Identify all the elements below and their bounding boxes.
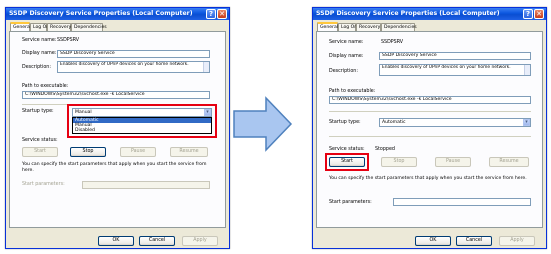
right-start-params-label: Start parameters: <box>329 200 372 205</box>
left-start-params-label: Start parameters: <box>22 182 65 187</box>
left-service-status-label: Service status: <box>22 138 58 143</box>
right-description-field[interactable]: Enables discovery of UPnP devices on you… <box>379 64 531 76</box>
right-service-name-value: SSDPSRV <box>381 40 404 45</box>
right-tab-dependencies[interactable]: Dependencies <box>381 23 417 31</box>
right-tab-log-on[interactable]: Log On <box>338 23 357 31</box>
right-properties-dialog: SSDP Discovery Service Properties (Local… <box>312 7 547 249</box>
left-description-field[interactable]: Enables discovery of UPnP devices on you… <box>57 61 210 73</box>
chevron-down-icon[interactable]: ▾ <box>523 119 530 126</box>
left-start-params-field[interactable] <box>82 181 210 189</box>
right-description-text: Enables discovery of UPnP devices on you… <box>382 65 511 70</box>
left-start-button[interactable]: Start <box>22 147 58 157</box>
right-tab-general[interactable]: General <box>317 22 338 31</box>
right-start-highlight-box <box>325 153 369 171</box>
right-ok-button[interactable]: OK <box>415 236 451 246</box>
right-start-params-field[interactable] <box>393 198 531 206</box>
left-title-bar[interactable]: SSDP Discovery Service Properties (Local… <box>6 8 229 20</box>
right-title-bar[interactable]: SSDP Discovery Service Properties (Local… <box>313 8 546 20</box>
left-apply-button[interactable]: Apply <box>182 236 218 246</box>
left-tab-recovery[interactable]: Recovery <box>47 23 71 31</box>
left-display-name-field[interactable]: SSDP Discovery Service <box>57 50 210 58</box>
right-display-name-field[interactable]: SSDP Discovery Service <box>379 52 531 60</box>
right-separator-1 <box>329 111 531 112</box>
left-stop-button[interactable]: Stop <box>70 147 106 157</box>
left-resume-button[interactable]: Resume <box>170 147 208 157</box>
right-description-scrollbar[interactable] <box>524 65 530 75</box>
left-ok-button[interactable]: OK <box>98 236 134 246</box>
right-pause-button[interactable]: Pause <box>435 157 471 167</box>
left-service-name-label: Service name: <box>22 38 57 43</box>
left-start-params-note: You can specify the start parameters tha… <box>22 162 207 173</box>
left-properties-dialog: SSDP Discovery Service Properties (Local… <box>5 7 230 249</box>
left-pause-button[interactable]: Pause <box>120 147 156 157</box>
right-cancel-button[interactable]: Cancel <box>456 236 492 246</box>
left-tab-dependencies[interactable]: Dependencies <box>71 23 107 31</box>
left-dialog-title: SSDP Discovery Service Properties (Local… <box>9 10 193 17</box>
left-cancel-button[interactable]: Cancel <box>139 236 175 246</box>
right-startup-type-combo[interactable]: Automatic ▾ <box>379 118 531 127</box>
right-general-panel: Service name: SSDPSRV Display name: SSDP… <box>316 31 543 228</box>
right-tab-recovery[interactable]: Recovery <box>356 23 381 31</box>
left-path-field: C:\WINDOWS\System32\svchost.exe -k Local… <box>22 91 210 99</box>
left-tab-log-on[interactable]: Log On <box>30 23 49 31</box>
left-service-name-value: SSDPSRV <box>57 38 80 43</box>
right-help-button[interactable]: ? <box>523 9 533 19</box>
left-tab-general[interactable]: General <box>10 22 31 31</box>
left-startup-type-label: Startup type: <box>22 109 54 114</box>
right-path-label: Path to executable: <box>329 89 376 94</box>
right-arrow-icon <box>233 96 293 152</box>
left-description-scrollbar[interactable] <box>203 62 209 72</box>
right-path-field: C:\WINDOWS\System32\svchost.exe -k Local… <box>329 96 531 104</box>
right-service-name-label: Service name: <box>329 40 364 45</box>
right-resume-button[interactable]: Resume <box>489 157 529 167</box>
right-arrow-shape <box>233 96 293 152</box>
right-stop-button[interactable]: Stop <box>381 157 417 167</box>
left-help-button[interactable]: ? <box>206 9 216 19</box>
left-display-name-label: Display name: <box>22 51 57 56</box>
right-display-name-label: Display name: <box>329 54 364 59</box>
left-close-button[interactable]: ✕ <box>217 9 227 19</box>
right-startup-type-label: Startup type: <box>329 120 361 125</box>
right-apply-button[interactable]: Apply <box>499 236 535 246</box>
right-close-button[interactable]: ✕ <box>534 9 544 19</box>
right-dialog-title: SSDP Discovery Service Properties (Local… <box>316 10 500 17</box>
right-service-status-value: Stopped <box>375 147 395 152</box>
right-separator-2 <box>329 136 531 137</box>
left-description-text: Enables discovery of UPnP devices on you… <box>60 62 189 67</box>
right-description-label: Description: <box>329 69 358 74</box>
right-startup-type-value: Automatic <box>382 120 406 125</box>
left-general-panel: Service name: SSDPSRV Display name: SSDP… <box>9 31 226 228</box>
left-highlight-box <box>67 104 217 138</box>
left-description-label: Description: <box>22 65 51 70</box>
right-start-params-note: You can specify the start parameters tha… <box>329 176 527 181</box>
left-path-label: Path to executable: <box>22 84 69 89</box>
